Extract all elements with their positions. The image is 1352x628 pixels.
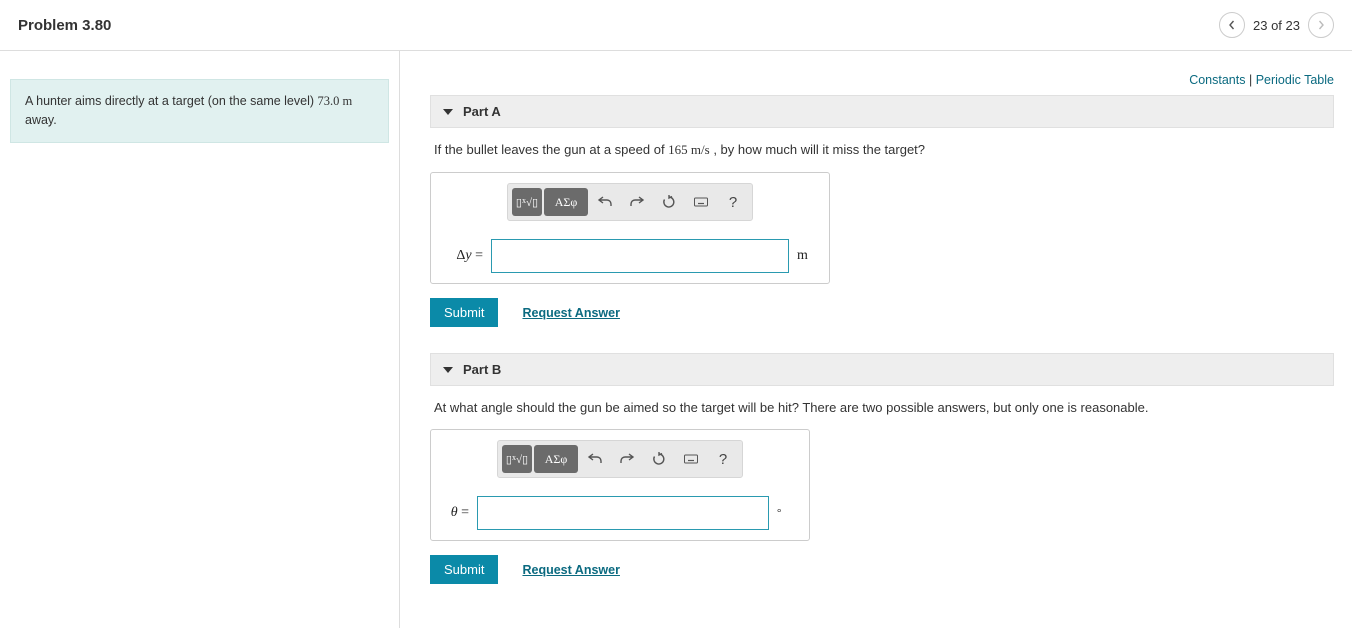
part-b-actions: Submit Request Answer bbox=[430, 555, 1334, 584]
keyboard-icon bbox=[693, 194, 709, 210]
collapse-icon[interactable] bbox=[443, 109, 453, 115]
part-a-input[interactable] bbox=[491, 239, 789, 273]
keyboard-button[interactable] bbox=[676, 445, 706, 473]
reset-icon bbox=[651, 451, 667, 467]
prompt-column: A hunter aims directly at a target (on t… bbox=[0, 51, 400, 628]
prev-button[interactable] bbox=[1219, 12, 1245, 38]
keyboard-button[interactable] bbox=[686, 188, 716, 216]
part-a-request-answer[interactable]: Request Answer bbox=[522, 306, 619, 320]
part-b-input[interactable] bbox=[477, 496, 769, 530]
parts-column: Constants | Periodic Table Part A If the… bbox=[400, 51, 1352, 628]
part-a-input-row: Δy = m bbox=[441, 239, 819, 273]
top-links: Constants | Periodic Table bbox=[430, 73, 1334, 87]
part-a-header: Part A bbox=[430, 95, 1334, 128]
reset-icon bbox=[661, 194, 677, 210]
part-b-submit-button[interactable]: Submit bbox=[430, 555, 498, 584]
pager: 23 of 23 bbox=[1219, 12, 1334, 38]
part-b-input-row: θ = ° bbox=[441, 496, 799, 530]
part-b-unit: ° bbox=[777, 507, 795, 519]
part-b-request-answer[interactable]: Request Answer bbox=[522, 563, 619, 577]
part-b-header: Part B bbox=[430, 353, 1334, 386]
chevron-right-icon bbox=[1316, 20, 1326, 30]
constants-link[interactable]: Constants bbox=[1189, 73, 1245, 87]
separator: | bbox=[1249, 73, 1256, 87]
help-button[interactable]: ? bbox=[718, 188, 748, 216]
prompt-text-pre: A hunter aims directly at a target (on t… bbox=[25, 94, 318, 108]
undo-icon bbox=[587, 451, 603, 467]
undo-icon bbox=[597, 194, 613, 210]
pager-text: 23 of 23 bbox=[1253, 18, 1300, 33]
prompt-text-post: away. bbox=[25, 113, 57, 127]
keyboard-icon bbox=[683, 451, 699, 467]
help-button[interactable]: ? bbox=[708, 445, 738, 473]
redo-button[interactable] bbox=[622, 188, 652, 216]
reset-button[interactable] bbox=[644, 445, 674, 473]
redo-icon bbox=[629, 194, 645, 210]
part-a-speed: 165 m/s bbox=[668, 142, 710, 157]
collapse-icon[interactable] bbox=[443, 367, 453, 373]
redo-icon bbox=[619, 451, 635, 467]
part-a-unit: m bbox=[797, 248, 815, 264]
radical-icon: ▯x√▯ bbox=[506, 453, 528, 466]
part-a-q-pre: If the bullet leaves the gun at a speed … bbox=[434, 142, 668, 157]
part-b-question: At what angle should the gun be aimed so… bbox=[430, 400, 1334, 415]
redo-button[interactable] bbox=[612, 445, 642, 473]
prompt-distance: 73.0 m bbox=[318, 94, 353, 108]
chevron-left-icon bbox=[1227, 20, 1237, 30]
part-a-label: Part A bbox=[463, 104, 501, 119]
part-b-label: Part B bbox=[463, 362, 501, 377]
radical-icon: ▯x√▯ bbox=[516, 196, 538, 209]
periodic-table-link[interactable]: Periodic Table bbox=[1256, 73, 1334, 87]
part-b-answer-box: ▯x√▯ ΑΣφ ? bbox=[430, 429, 810, 541]
equation-toolbar: ▯x√▯ ΑΣφ ? bbox=[507, 183, 753, 221]
part-a-answer-box: ▯x√▯ ΑΣφ ? bbox=[430, 172, 830, 284]
undo-button[interactable] bbox=[580, 445, 610, 473]
part-a-question: If the bullet leaves the gun at a speed … bbox=[430, 142, 1334, 158]
page-title: Problem 3.80 bbox=[18, 17, 111, 34]
part-a-q-post: , by how much will it miss the target? bbox=[710, 142, 925, 157]
undo-button[interactable] bbox=[590, 188, 620, 216]
greek-button[interactable]: ΑΣφ bbox=[534, 445, 578, 473]
part-a-submit-button[interactable]: Submit bbox=[430, 298, 498, 327]
next-button[interactable] bbox=[1308, 12, 1334, 38]
templates-button[interactable]: ▯x√▯ bbox=[502, 445, 532, 473]
greek-button[interactable]: ΑΣφ bbox=[544, 188, 588, 216]
equation-toolbar: ▯x√▯ ΑΣφ ? bbox=[497, 440, 743, 478]
templates-button[interactable]: ▯x√▯ bbox=[512, 188, 542, 216]
page-header: Problem 3.80 23 of 23 bbox=[0, 0, 1352, 51]
problem-prompt: A hunter aims directly at a target (on t… bbox=[10, 79, 389, 143]
part-b-lhs: θ = bbox=[445, 505, 469, 521]
part-a-lhs: Δy = bbox=[445, 248, 483, 264]
reset-button[interactable] bbox=[654, 188, 684, 216]
part-a-actions: Submit Request Answer bbox=[430, 298, 1334, 327]
